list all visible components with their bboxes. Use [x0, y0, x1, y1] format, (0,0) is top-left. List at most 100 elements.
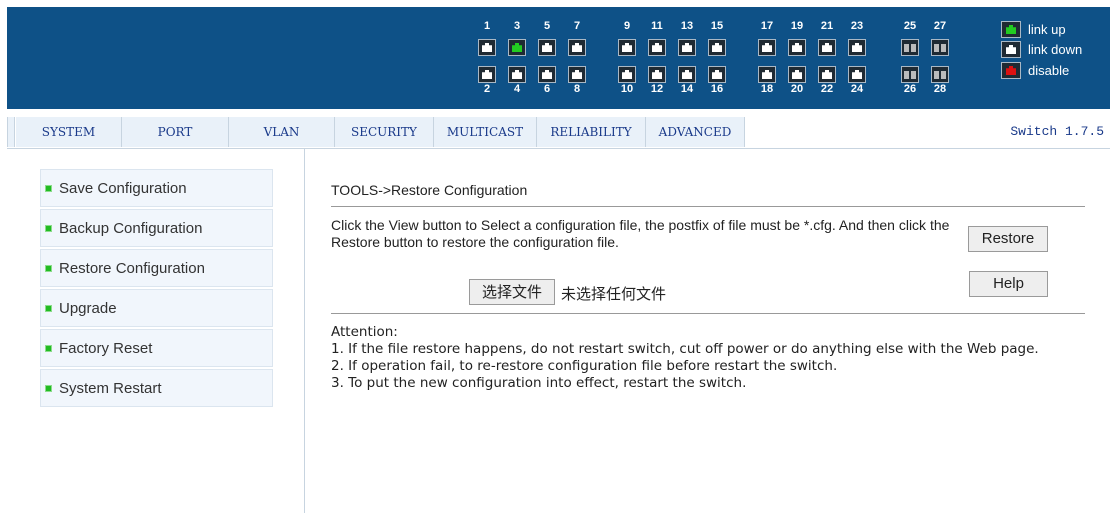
main-content: TOOLS->Restore Configuration Click the V…	[305, 149, 1110, 513]
port-25-icon[interactable]	[901, 39, 919, 56]
firmware-version: Switch 1.7.5	[1010, 124, 1104, 139]
legend-link-up: link up	[1001, 21, 1066, 38]
port-3-icon[interactable]	[508, 39, 526, 56]
legend-link-down-label: link down	[1028, 42, 1083, 57]
bullet-icon	[45, 384, 52, 392]
port-number-label: 15	[710, 20, 724, 32]
menu-system[interactable]: SYSTEM	[16, 117, 122, 147]
bullet-icon	[45, 304, 52, 312]
port-number-label: 25	[903, 20, 917, 32]
port-2-icon[interactable]	[478, 66, 496, 83]
port-number-label: 11	[651, 20, 663, 32]
menu-vlan[interactable]: VLAN	[229, 117, 335, 147]
port-8-icon[interactable]	[568, 66, 586, 83]
port-26-icon[interactable]	[901, 66, 919, 83]
port-number-label: 9	[623, 20, 631, 32]
port-24-icon[interactable]	[848, 66, 866, 83]
attention-heading: Attention:	[331, 324, 398, 340]
bullet-icon	[45, 264, 52, 272]
port-number-label: 10	[620, 83, 634, 95]
legend-link-up-label: link up	[1028, 22, 1066, 37]
port-number-label: 13	[680, 20, 694, 32]
port-13-icon[interactable]	[678, 39, 696, 56]
legend-link-down: link down	[1001, 41, 1082, 58]
port-14-icon[interactable]	[678, 66, 696, 83]
sidebar-item-factory-reset[interactable]: Factory Reset	[40, 329, 273, 367]
sidebar-item-label: Save Configuration	[59, 179, 187, 197]
menu-advanced[interactable]: ADVANCED	[646, 117, 745, 147]
sidebar-item-restore-configuration[interactable]: Restore Configuration	[40, 249, 273, 287]
port-number-label: 12	[650, 83, 664, 95]
port-number-label: 24	[850, 83, 864, 95]
port-panel-header: 1 3 5 7 9 11 13 15 17 19 21 23 25 27 2 4 6 8 10 12 14 16 18 20 2…	[7, 7, 1110, 109]
port-22-icon[interactable]	[818, 66, 836, 83]
port-number-label: 8	[573, 83, 581, 95]
sidebar-item-label: Backup Configuration	[59, 219, 203, 237]
sidebar-item-label: Upgrade	[59, 299, 117, 317]
divider	[331, 313, 1085, 314]
port-number-label: 20	[790, 83, 804, 95]
legend-disable: disable	[1001, 62, 1069, 79]
disable-icon	[1001, 62, 1021, 79]
port-15-icon[interactable]	[708, 39, 726, 56]
attention-notes: Attention: 1. If the file restore happen…	[331, 324, 1101, 392]
port-1-icon[interactable]	[478, 39, 496, 56]
port-6-icon[interactable]	[538, 66, 556, 83]
port-number-label: 4	[513, 83, 521, 95]
port-11-icon[interactable]	[648, 39, 666, 56]
port-16-icon[interactable]	[708, 66, 726, 83]
port-21-icon[interactable]	[818, 39, 836, 56]
port-4-icon[interactable]	[508, 66, 526, 83]
menu-reliability[interactable]: RELIABILITY	[537, 117, 646, 147]
port-27-icon[interactable]	[931, 39, 949, 56]
port-number-label: 26	[903, 83, 917, 95]
port-number-label: 7	[573, 20, 581, 32]
sidebar-item-system-restart[interactable]: System Restart	[40, 369, 273, 407]
port-number-label: 16	[710, 83, 724, 95]
port-number-label: 6	[543, 83, 551, 95]
port-number-label: 2	[483, 83, 491, 95]
attention-line-3: 3. To put the new configuration into eff…	[331, 375, 747, 391]
port-19-icon[interactable]	[788, 39, 806, 56]
port-18-icon[interactable]	[758, 66, 776, 83]
port-9-icon[interactable]	[618, 39, 636, 56]
port-17-icon[interactable]	[758, 39, 776, 56]
divider	[331, 206, 1085, 207]
port-number-label: 19	[790, 20, 804, 32]
port-12-icon[interactable]	[648, 66, 666, 83]
link-up-icon	[1001, 21, 1021, 38]
port-number-label: 22	[820, 83, 834, 95]
top-menu-bar: SYSTEM PORT VLAN SECURITY MULTICAST RELI…	[7, 109, 1110, 149]
help-button[interactable]: Help	[969, 271, 1048, 297]
sidebar-item-backup-configuration[interactable]: Backup Configuration	[40, 209, 273, 247]
tools-sidebar: Save Configuration Backup Configuration …	[7, 149, 305, 513]
menu-security[interactable]: SECURITY	[335, 117, 434, 147]
port-5-icon[interactable]	[538, 39, 556, 56]
bullet-icon	[45, 184, 52, 192]
menu-port[interactable]: PORT	[122, 117, 229, 147]
port-number-label: 21	[820, 20, 834, 32]
port-10-icon[interactable]	[618, 66, 636, 83]
port-number-label: 23	[850, 20, 864, 32]
page-title: TOOLS->Restore Configuration	[331, 182, 528, 198]
port-number-label: 1	[483, 20, 491, 32]
sidebar-item-save-configuration[interactable]: Save Configuration	[40, 169, 273, 207]
legend-disable-label: disable	[1028, 63, 1070, 78]
sidebar-item-upgrade[interactable]: Upgrade	[40, 289, 273, 327]
app-frame: 1 3 5 7 9 11 13 15 17 19 21 23 25 27 2 4 6 8 10 12 14 16 18 20 2…	[7, 7, 1110, 513]
port-number-label: 28	[933, 83, 947, 95]
choose-file-button[interactable]: 选择文件	[469, 279, 555, 305]
file-status-text: 未选择任何文件	[561, 285, 667, 303]
port-7-icon[interactable]	[568, 39, 586, 56]
port-number-label: 17	[760, 20, 774, 32]
attention-line-1: 1. If the file restore happens, do not r…	[331, 341, 1039, 357]
menu-multicast[interactable]: MULTICAST	[434, 117, 537, 147]
port-number-label: 18	[760, 83, 774, 95]
port-23-icon[interactable]	[848, 39, 866, 56]
link-down-icon	[1001, 41, 1021, 58]
restore-button[interactable]: Restore	[968, 226, 1048, 252]
menu-lead-divider	[7, 117, 15, 147]
port-number-label: 27	[933, 20, 947, 32]
port-28-icon[interactable]	[931, 66, 949, 83]
port-20-icon[interactable]	[788, 66, 806, 83]
